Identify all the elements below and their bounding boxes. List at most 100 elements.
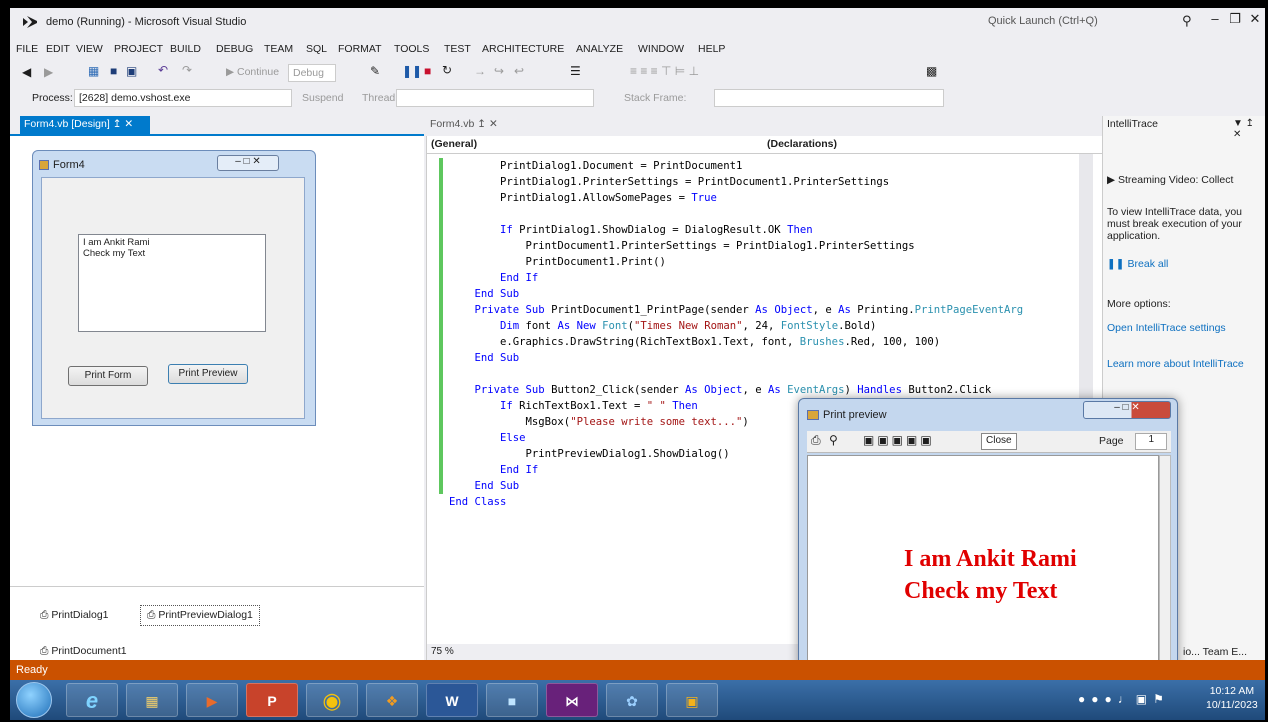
process-select[interactable]: [2628] demo.vshost.exe xyxy=(74,89,292,107)
step-out-icon[interactable]: ↩ xyxy=(514,64,524,78)
notes-taskbar-icon[interactable]: ■ xyxy=(486,683,538,717)
preview-line: Check my Text xyxy=(904,578,1058,604)
minimize-button[interactable]: – xyxy=(1204,11,1226,26)
align-icon[interactable]: ≡ ≡ ≡ ⊤ ⊨ ⊥ xyxy=(630,64,699,78)
menu-help[interactable]: HELP xyxy=(698,43,725,55)
redo-icon[interactable]: ↷ xyxy=(182,63,192,77)
attach-icon[interactable]: ✎ xyxy=(370,64,380,78)
powerpoint-taskbar-icon[interactable]: P xyxy=(246,683,298,717)
menu-test[interactable]: TEST xyxy=(444,43,471,55)
stack-frame-select[interactable] xyxy=(714,89,944,107)
form-app-taskbar-icon[interactable]: ▣ xyxy=(666,683,718,717)
menu-build[interactable]: BUILD xyxy=(170,43,201,55)
menu-tools[interactable]: TOOLS xyxy=(394,43,429,55)
process-label: Process: xyxy=(32,92,73,104)
menu-project[interactable]: PROJECT xyxy=(114,43,163,55)
stop-icon[interactable]: ■ xyxy=(424,64,431,78)
tab-form4-code[interactable]: Form4.vb ↥ ✕ xyxy=(430,118,498,130)
member-dropdown[interactable]: (Declarations) xyxy=(767,138,1097,150)
pane-controls[interactable]: ▼ ↥ ✕ xyxy=(1233,118,1265,140)
layout-icon[interactable]: ▩ xyxy=(926,64,937,78)
break-all-icon[interactable]: ❚❚ xyxy=(402,64,422,78)
thread-select[interactable] xyxy=(396,89,594,107)
ie-taskbar-icon[interactable]: e xyxy=(66,683,118,717)
title-bar: demo (Running) - Microsoft Visual Studio… xyxy=(10,8,1265,36)
save-all-icon[interactable]: ▣ xyxy=(126,64,137,78)
menu-team[interactable]: TEAM xyxy=(264,43,293,55)
form4-window[interactable]: Form4 – □ ✕ I am Ankit Rami Check my Tex… xyxy=(32,150,316,426)
step-over-icon[interactable]: ↪ xyxy=(494,64,504,78)
debug-location-toolbar: Process: [2628] demo.vshost.exe Suspend … xyxy=(10,88,1265,110)
clock-time: 10:12 AM xyxy=(1209,685,1255,697)
restart-icon[interactable]: ↻ xyxy=(442,63,452,77)
status-bar: Ready xyxy=(10,660,1265,680)
new-project-icon[interactable]: ▦ xyxy=(88,64,99,78)
stack-frame-label: Stack Frame: xyxy=(624,92,687,104)
intellitrace-title: IntelliTrace xyxy=(1107,118,1158,130)
close-button[interactable]: ✕ xyxy=(1244,11,1265,27)
preview-vertical-scrollbar[interactable] xyxy=(1159,455,1171,667)
save-icon[interactable]: ■ xyxy=(110,64,117,78)
menu-bar: FILE EDIT VIEW PROJECT BUILD DEBUG TEAM … xyxy=(10,40,1265,58)
preview-window-icon xyxy=(807,410,819,420)
xampp-taskbar-icon[interactable]: ❖ xyxy=(366,683,418,717)
menu-debug[interactable]: DEBUG xyxy=(216,43,253,55)
form-icon xyxy=(39,160,49,170)
preview-caption-buttons[interactable]: – □ ✕ xyxy=(1083,401,1171,419)
restore-button[interactable]: ❐ xyxy=(1224,11,1246,27)
tray-printdocument1[interactable]: ⎙ PrintDocument1 xyxy=(40,645,127,658)
streaming-video-dropdown[interactable]: ▶ Streaming Video: Collect xyxy=(1107,174,1263,186)
menu-window[interactable]: WINDOW xyxy=(638,43,684,55)
tray-printdialog1[interactable]: ⎙ PrintDialog1 xyxy=(40,609,109,622)
zoom-icon[interactable]: ⚲ xyxy=(829,433,838,447)
visual-studio-taskbar-icon[interactable]: ⋈ xyxy=(546,683,598,717)
system-tray-icons[interactable]: ●●●♩▣⚑ xyxy=(1078,692,1170,706)
system-clock[interactable]: 10:12 AM 10/11/2023 xyxy=(1206,684,1258,712)
comment-icon[interactable]: ☰ xyxy=(570,64,581,78)
page-layout-icons[interactable]: ▣▣▣▣▣ xyxy=(863,433,935,447)
print-icon[interactable]: ⎙ xyxy=(811,433,821,448)
menu-format[interactable]: FORMAT xyxy=(338,43,382,55)
page-number-input[interactable]: 1 xyxy=(1135,433,1167,450)
editor-nav-bar: (General) (Declarations) xyxy=(427,136,1102,154)
forward-icon[interactable]: ▶ xyxy=(44,65,53,79)
preview-close-button[interactable]: Close xyxy=(981,433,1017,450)
undo-icon[interactable]: ↶ xyxy=(158,63,168,77)
start-button[interactable] xyxy=(16,682,52,718)
continue-button[interactable]: ▶ Continue xyxy=(226,66,279,78)
search-icon[interactable]: ⚲ xyxy=(1182,13,1192,29)
bottom-tabs[interactable]: io... Team E... xyxy=(1183,646,1263,658)
print-preview-dialog[interactable]: Print preview – □ ✕ ⎙ ⚲ ▣▣▣▣▣ Close Page… xyxy=(798,398,1178,698)
class-dropdown[interactable]: (General) xyxy=(431,138,761,150)
menu-edit[interactable]: EDIT xyxy=(46,43,70,55)
menu-file[interactable]: FILE xyxy=(16,43,38,55)
page-label: Page xyxy=(1099,435,1124,447)
back-icon[interactable]: ◀ xyxy=(22,65,31,79)
print-preview-button[interactable]: Print Preview xyxy=(168,364,248,384)
suspend-button[interactable]: Suspend xyxy=(302,92,343,104)
step-into-icon[interactable]: → xyxy=(474,64,486,78)
quick-launch-input[interactable]: Quick Launch (Ctrl+Q) xyxy=(982,12,1174,32)
menu-architecture[interactable]: ARCHITECTURE xyxy=(482,43,564,55)
break-all-link[interactable]: ❚❚ Break all xyxy=(1107,258,1257,270)
desktop: demo (Running) - Microsoft Visual Studio… xyxy=(10,8,1265,720)
chrome-taskbar-icon[interactable]: ◉ xyxy=(306,683,358,717)
richtextbox1[interactable]: I am Ankit Rami Check my Text xyxy=(78,234,266,332)
explorer-taskbar-icon[interactable]: ▦ xyxy=(126,683,178,717)
preview-toolbar: ⎙ ⚲ ▣▣▣▣▣ Close Page 1 xyxy=(807,431,1171,453)
configuration-select[interactable]: Debug xyxy=(288,64,336,82)
menu-view[interactable]: VIEW xyxy=(76,43,103,55)
print-form-button[interactable]: Print Form xyxy=(68,366,148,386)
word-taskbar-icon[interactable]: W xyxy=(426,683,478,717)
tray-printpreviewdialog1[interactable]: ⎙ PrintPreviewDialog1 xyxy=(140,605,260,626)
open-settings-link[interactable]: Open IntelliTrace settings xyxy=(1107,322,1257,334)
learn-more-link[interactable]: Learn more about IntelliTrace xyxy=(1107,358,1257,370)
windows-taskbar: e ▦ ▶ P ◉ ❖ W ■ ⋈ ✿ ▣ ●●●♩▣⚑ 10:12 AM 10… xyxy=(10,680,1265,720)
menu-sql[interactable]: SQL xyxy=(306,43,327,55)
component-tray: ⎙ PrintDialog1 ⎙ PrintPreviewDialog1 ⎙ P… xyxy=(10,586,424,660)
tab-form4-design[interactable]: Form4.vb [Design] ↥ ✕ xyxy=(20,116,150,134)
richtext-line: I am Ankit Rami xyxy=(83,237,150,248)
menu-analyze[interactable]: ANALYZE xyxy=(576,43,623,55)
paint-taskbar-icon[interactable]: ✿ xyxy=(606,683,658,717)
media-player-taskbar-icon[interactable]: ▶ xyxy=(186,683,238,717)
